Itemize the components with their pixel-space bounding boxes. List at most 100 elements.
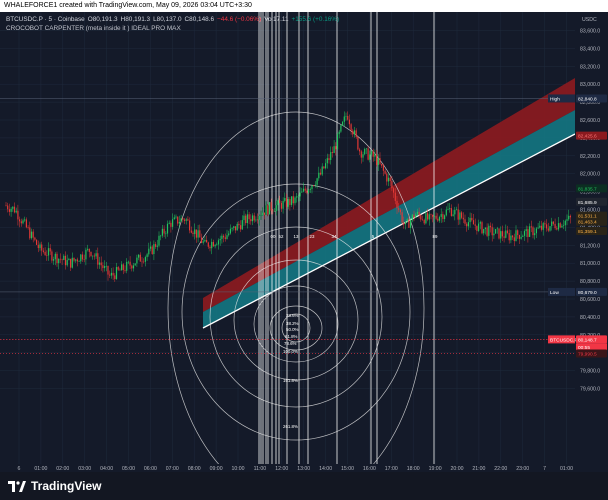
candle-bull	[172, 219, 174, 227]
candle-bear	[257, 219, 259, 221]
candle-bear	[355, 130, 357, 138]
fib-level-label: 78.6%	[284, 341, 297, 346]
candle-bull	[85, 249, 87, 260]
symbol-label[interactable]: BTCUSDC.P · 5 · Coinbase	[6, 15, 85, 24]
white-level-tag: 81,685.9	[578, 200, 597, 206]
candle-bull	[214, 244, 216, 247]
candle-bull	[104, 266, 106, 269]
candle-bull	[15, 210, 17, 213]
candle-bull	[161, 228, 163, 236]
candle-bear	[401, 212, 403, 223]
price-chart[interactable]: USDC 83,600.0 83,400.0 83,200.0 83,000.0 82,8…	[0, 12, 608, 472]
candle-bear	[224, 237, 226, 239]
candle-bull	[330, 152, 332, 160]
candle-bear	[517, 230, 519, 236]
candle-bull	[495, 229, 497, 234]
candle-bear	[17, 210, 19, 220]
candle-bull	[282, 200, 284, 209]
candle-bear	[131, 265, 133, 269]
candle-bull	[438, 216, 441, 221]
candle-bull	[365, 148, 367, 150]
candle-bull	[291, 196, 293, 205]
chart-area[interactable]: USDC 83,600.0 83,400.0 83,200.0 83,000.0 82,8…	[0, 12, 608, 472]
candle-bull	[277, 200, 279, 206]
candle-bear	[13, 206, 16, 213]
candle-bear	[382, 165, 384, 171]
candle-bull	[336, 134, 339, 150]
candle-bull	[515, 230, 517, 242]
candle-bull	[75, 259, 77, 261]
candle-bull	[22, 220, 24, 224]
candle-bull	[549, 226, 551, 231]
chart-legend: BTCUSDC.P · 5 · Coinbase O80,191.3 H80,1…	[6, 15, 339, 33]
candle-bull	[433, 215, 435, 217]
candle-bull	[149, 246, 152, 249]
candle-bull	[30, 231, 33, 239]
candle-bull	[134, 263, 136, 266]
candle-bull	[459, 212, 461, 220]
candle-bull	[415, 214, 417, 218]
candle-bull	[63, 255, 65, 261]
candle-bull	[194, 229, 196, 234]
candle-bull	[87, 248, 89, 250]
candle-bull	[425, 213, 427, 224]
candle-bear	[450, 208, 452, 216]
candle-bear	[442, 214, 444, 220]
y-tick-label: 79,800.0	[580, 369, 600, 375]
candle-bull	[243, 215, 245, 221]
candle-bear	[335, 146, 337, 150]
candle-bull	[178, 221, 180, 224]
red-level-bottom-tag: 79,990.5	[578, 352, 597, 358]
candle-bear	[352, 130, 354, 135]
tradingview-logo[interactable]: TradingView	[8, 479, 101, 493]
footer-bar: TradingView	[0, 472, 608, 500]
candle-bull	[377, 158, 379, 165]
candle-bull	[308, 189, 310, 193]
y-tick-label: 83,000.0	[580, 82, 600, 88]
fib-level-label: 261.8%	[283, 424, 298, 429]
candle-bull	[66, 260, 68, 266]
time-marker-label: 34	[332, 234, 337, 239]
candle-bear	[51, 251, 53, 261]
y-tick-label: 82,000.0	[580, 172, 600, 178]
candle-bear	[544, 223, 546, 225]
candle-bear	[359, 149, 361, 152]
candle-bear	[403, 222, 405, 225]
candle-bear	[532, 227, 534, 236]
candle-bull	[115, 267, 118, 279]
candle-bull	[374, 154, 376, 157]
candle-bull	[510, 235, 512, 241]
candle-bear	[27, 227, 29, 228]
candle-bear	[319, 172, 322, 175]
candle-bear	[267, 205, 269, 215]
time-marker-label: 23	[310, 234, 315, 239]
candle-bear	[109, 274, 111, 276]
candle-bull	[228, 233, 230, 236]
candle-bull	[173, 217, 175, 220]
time-marker-label: 00	[271, 234, 276, 239]
candle-bull	[557, 223, 560, 230]
candle-bear	[437, 218, 439, 221]
price-axis[interactable]: USDC 83,600.0 83,400.0 83,200.0 83,000.0 82,8…	[575, 12, 608, 472]
candle-bear	[396, 200, 398, 209]
candle-bull	[296, 196, 298, 198]
indicator-label[interactable]: CROCOBOT CARPENTER (meta inside it ) IDE…	[6, 24, 181, 33]
candle-bear	[506, 230, 509, 233]
candle-bear	[212, 241, 214, 247]
candle-bear	[518, 235, 520, 239]
candle-bull	[353, 130, 356, 135]
candle-bear	[263, 212, 265, 215]
candle-bull	[493, 233, 495, 236]
time-axis[interactable]: 6 01:00 02:00 03:00 04:00 05:00 06:00 07:00 08:0…	[0, 464, 608, 472]
candle-bear	[93, 255, 95, 257]
last-price-tag: 80,148.7	[578, 337, 597, 343]
candle-bear	[398, 208, 400, 210]
ohlc-row: BTCUSDC.P · 5 · Coinbase O80,191.3 H80,1…	[6, 15, 339, 24]
candle-bull	[338, 131, 340, 135]
candle-bear	[177, 216, 179, 224]
candle-bull	[410, 220, 412, 228]
candle-bull	[479, 222, 481, 224]
chart-caption: WHALEFORCE1 created with TradingView.com…	[0, 0, 608, 12]
candle-bear	[97, 253, 99, 265]
candle-bull	[520, 236, 522, 239]
